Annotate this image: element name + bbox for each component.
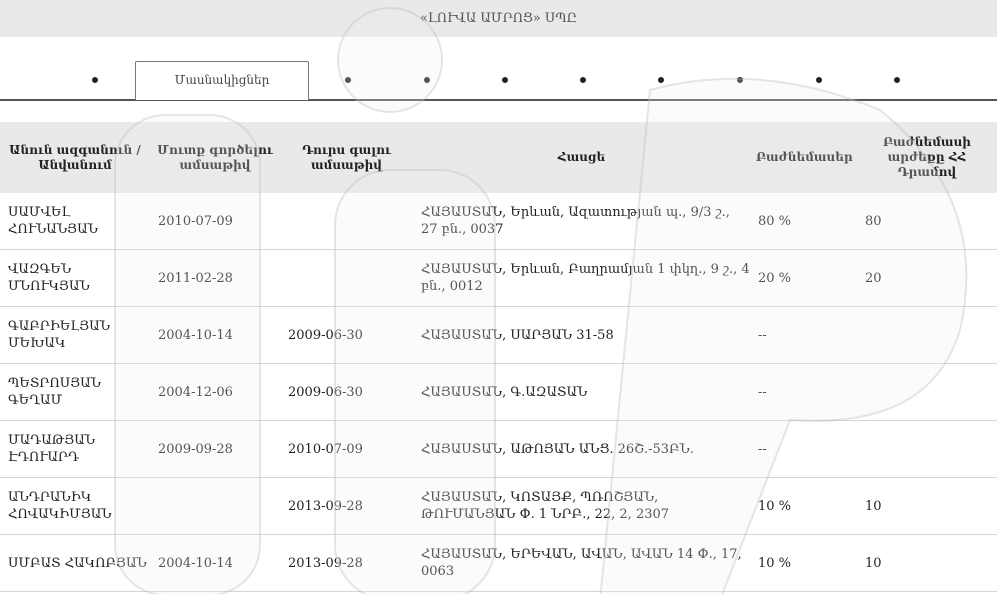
table-row: ՊԵՏՐՈՍՅԱՆ ԳԵՂԱՄ 2004-12-06 2009-06-30 ՀԱ…	[0, 363, 997, 421]
company-title: «ԼՈՒՎԱ ԱՄՐՈՑ» ՍՊԸ	[419, 11, 578, 26]
exit-date	[280, 193, 413, 250]
address: ՀԱՅԱՍՏԱՆ, Երևան, Բաղրամյան 1 փկղ., 9 շ.,…	[413, 249, 750, 307]
shares: 10 %	[750, 534, 857, 592]
tab-participants[interactable]: Մասնակիցներ	[135, 61, 309, 100]
share-value: 10	[857, 534, 997, 592]
shares: 80 %	[750, 193, 857, 250]
col-header-shares: Բաժնեմասեր	[756, 150, 853, 164]
tab-dot-1[interactable]	[92, 77, 98, 83]
table-row: ՍԱՄՎԵԼ ՀՈՒՆԱՆՅԱՆ 2010-07-09 ՀԱՅԱՍՏԱՆ, Եր…	[0, 193, 997, 250]
participant-name: ՎԱԶԳԵՆ ՄՆՈՒԿՅԱՆ	[0, 249, 150, 307]
exit-date	[280, 249, 413, 307]
share-value	[857, 420, 997, 478]
share-value: 20	[857, 249, 997, 307]
col-header-exit-date: Դուրս գալու ամսաթիվ	[302, 142, 391, 172]
participant-name: ԳԱԲՐԻԵԼՅԱՆ ՄԵԽԱԿ	[0, 306, 150, 364]
participant-name: ՄԱԴԱԹՅԱՆ ԷԴՈՒԱՐԴ	[0, 420, 150, 478]
participant-name: ՍԱՄՎԵԼ ՀՈՒՆԱՆՅԱՆ	[0, 193, 150, 250]
col-header-address: Հասցե	[557, 150, 606, 164]
company-title-bar: «ԼՈՒՎԱ ԱՄՐՈՑ» ՍՊԸ	[0, 0, 997, 37]
participant-name: ԱՆԴՐԱՆԻԿ ՀՈՎԱԿԻՄՅԱՆ	[0, 477, 150, 535]
tab-participants-label: Մասնակիցներ	[174, 73, 270, 87]
table-row: ԱՆԴՐԱՆԻԿ ՀՈՎԱԿԻՄՅԱՆ 2013-09-28 ՀԱՅԱՍՏԱՆ,…	[0, 477, 997, 535]
participant-name: ՊԵՏՐՈՍՅԱՆ ԳԵՂԱՄ	[0, 363, 150, 421]
table-row: ՍՄԲԱՏ ՀԱԿՈԲՅԱՆ 2004-10-14 2013-09-28 ՀԱՅ…	[0, 534, 997, 592]
address: ՀԱՅԱՍՏԱՆ, ԱԹՈՅԱՆ ԱՆՑ. 26Շ.-53ԲՆ.	[413, 420, 750, 478]
entry-date: 2004-12-06	[150, 363, 280, 421]
entry-date: 2004-10-14	[150, 534, 280, 592]
exit-date: 2013-09-28	[280, 534, 413, 592]
share-value	[857, 306, 997, 364]
tab-dot-6[interactable]	[658, 77, 664, 83]
share-value	[857, 363, 997, 421]
tab-dot-4[interactable]	[502, 77, 508, 83]
tab-dot-2[interactable]	[345, 77, 351, 83]
col-header-entry-date: Մուտք գործելու ամսաթիվ	[157, 142, 273, 172]
shares: --	[750, 363, 857, 421]
shares: 20 %	[750, 249, 857, 307]
entry-date: 2010-07-09	[150, 193, 280, 250]
address: ՀԱՅԱՍՏԱՆ, Գ.ԱԶԱՏԱՆ	[413, 363, 750, 421]
tab-dot-3[interactable]	[424, 77, 430, 83]
tab-dot-8[interactable]	[816, 77, 822, 83]
address: ՀԱՅԱՍՏԱՆ, Երևան, Ազատության պ., 9/3 շ., …	[413, 193, 750, 250]
entry-date: 2004-10-14	[150, 306, 280, 364]
address: ՀԱՅԱՍՏԱՆ, ԿՈՏԱՅՔ, ՊՌՈՇՅԱՆ, ԹՈՒՄԱՆՅԱՆ Փ. …	[413, 477, 750, 535]
exit-date: 2009-06-30	[280, 363, 413, 421]
table-row: ՄԱԴԱԹՅԱՆ ԷԴՈՒԱՐԴ 2009-09-28 2010-07-09 Հ…	[0, 420, 997, 478]
table-row: ՎԱԶԳԵՆ ՄՆՈՒԿՅԱՆ 2011-02-28 ՀԱՅԱՍՏԱՆ, Երև…	[0, 249, 997, 307]
tab-bar: Մասնակիցներ	[0, 37, 997, 101]
exit-date: 2010-07-09	[280, 420, 413, 478]
tab-dot-9[interactable]	[894, 77, 900, 83]
col-header-name: Անուն ազգանուն / Անվանում	[9, 142, 141, 172]
exit-date: 2009-06-30	[280, 306, 413, 364]
participant-name: ՍՄԲԱՏ ՀԱԿՈԲՅԱՆ	[0, 534, 150, 592]
shares: --	[750, 420, 857, 478]
share-value: 80	[857, 193, 997, 250]
share-value: 10	[857, 477, 997, 535]
address: ՀԱՅԱՍՏԱՆ, ԵՐԵՎԱՆ, ԱՎԱՆ, ԱՎԱՆ 14 Փ., 17, …	[413, 534, 750, 592]
entry-date: 2009-09-28	[150, 420, 280, 478]
entry-date	[150, 477, 280, 535]
entry-date: 2011-02-28	[150, 249, 280, 307]
tab-dot-7[interactable]	[737, 77, 743, 83]
tab-dot-5[interactable]	[580, 77, 586, 83]
address: ՀԱՅԱՍՏԱՆ, ՍԱՐՅԱՆ 31-58	[413, 306, 750, 364]
participants-table: Անուն ազգանուն / Անվանում Մուտք գործելու…	[0, 122, 997, 592]
table-row: ԳԱԲՐԻԵԼՅԱՆ ՄԵԽԱԿ 2004-10-14 2009-06-30 Հ…	[0, 306, 997, 364]
shares: 10 %	[750, 477, 857, 535]
shares: --	[750, 306, 857, 364]
exit-date: 2013-09-28	[280, 477, 413, 535]
table-header-row: Անուն ազգանուն / Անվանում Մուտք գործելու…	[0, 122, 997, 193]
col-header-share-value: Բաժնեմասի արժեքը ՀՀ Դրամով	[883, 135, 971, 179]
